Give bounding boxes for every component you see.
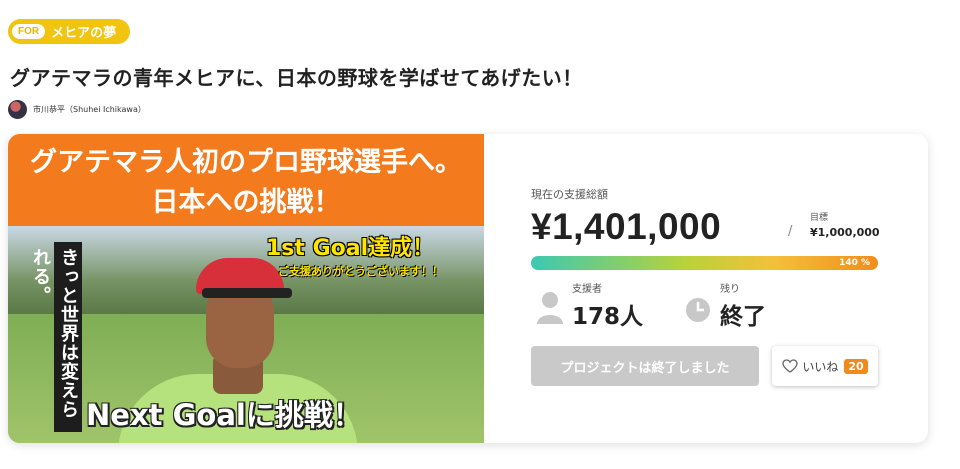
supporters-label: 支援者 — [572, 284, 602, 295]
like-button[interactable]: いいね 20 — [772, 346, 878, 386]
goal-amount: ¥1,000,000 — [810, 226, 880, 239]
clock-icon — [686, 298, 710, 322]
like-label: いいね — [802, 359, 839, 374]
supporters-stat: 支援者 178人 — [536, 280, 643, 331]
badge-name[interactable]: メヒアの夢 — [51, 22, 116, 41]
like-count: 20 — [844, 358, 868, 374]
author[interactable]: 市川恭平（Shuhei Ichikawa） — [8, 100, 146, 119]
author-name[interactable]: 市川恭平（Shuhei Ichikawa） — [33, 104, 146, 115]
badge-prefix: FOR — [12, 24, 46, 39]
next-goal-text: Next Goalに挑戦！ — [86, 398, 362, 432]
project-ended-button[interactable]: プロジェクトは終了しました — [531, 346, 759, 386]
vertical-text: きっと世界は変えられる。 — [30, 242, 82, 432]
goal-label: 目標 — [810, 213, 829, 223]
person-cap-brim — [202, 288, 292, 298]
progress-bar: 140 % — [531, 256, 878, 270]
raised-label: 現在の支援総額 — [531, 188, 608, 201]
raised-amount: ¥1,401,000 — [531, 206, 722, 247]
avatar[interactable] — [8, 100, 27, 119]
thanks-text: ご支援ありがとうございます！！ — [278, 265, 443, 278]
supporters-value: 178人 — [572, 304, 644, 330]
project-card: グアテマラ人初のプロ野球選手へ。 日本への挑戦！ 1st Goal達成！ ご支援… — [8, 134, 928, 443]
project-badge: FOR メヒアの夢 — [8, 19, 130, 44]
heart-icon — [782, 359, 798, 373]
funding-panel: 現在の支援総額 ¥1,401,000 / 目標 ¥1,000,000 140 %… — [484, 134, 928, 443]
project-title: グアテマラの青年メヒアに、日本の野球を学ばせてあげたい！ — [10, 66, 583, 90]
hero-image: グアテマラ人初のプロ野球選手へ。 日本への挑戦！ 1st Goal達成！ ご支援… — [8, 134, 484, 443]
remaining-label: 残り — [720, 284, 740, 295]
progress-percent: 140 % — [839, 258, 870, 268]
goal-achieved-text: 1st Goal達成！ — [266, 236, 435, 261]
hero-headline: グアテマラ人初のプロ野球選手へ。 — [30, 147, 462, 178]
hero-subheadline: 日本への挑戦！ — [151, 187, 341, 218]
person-icon — [537, 292, 563, 324]
hero-banner: グアテマラ人初のプロ野球選手へ。 日本への挑戦！ — [8, 134, 484, 226]
remaining-value: 終了 — [720, 304, 766, 330]
amount-divider: / — [788, 224, 793, 239]
remaining-stat: 残り 終了 — [684, 280, 766, 331]
